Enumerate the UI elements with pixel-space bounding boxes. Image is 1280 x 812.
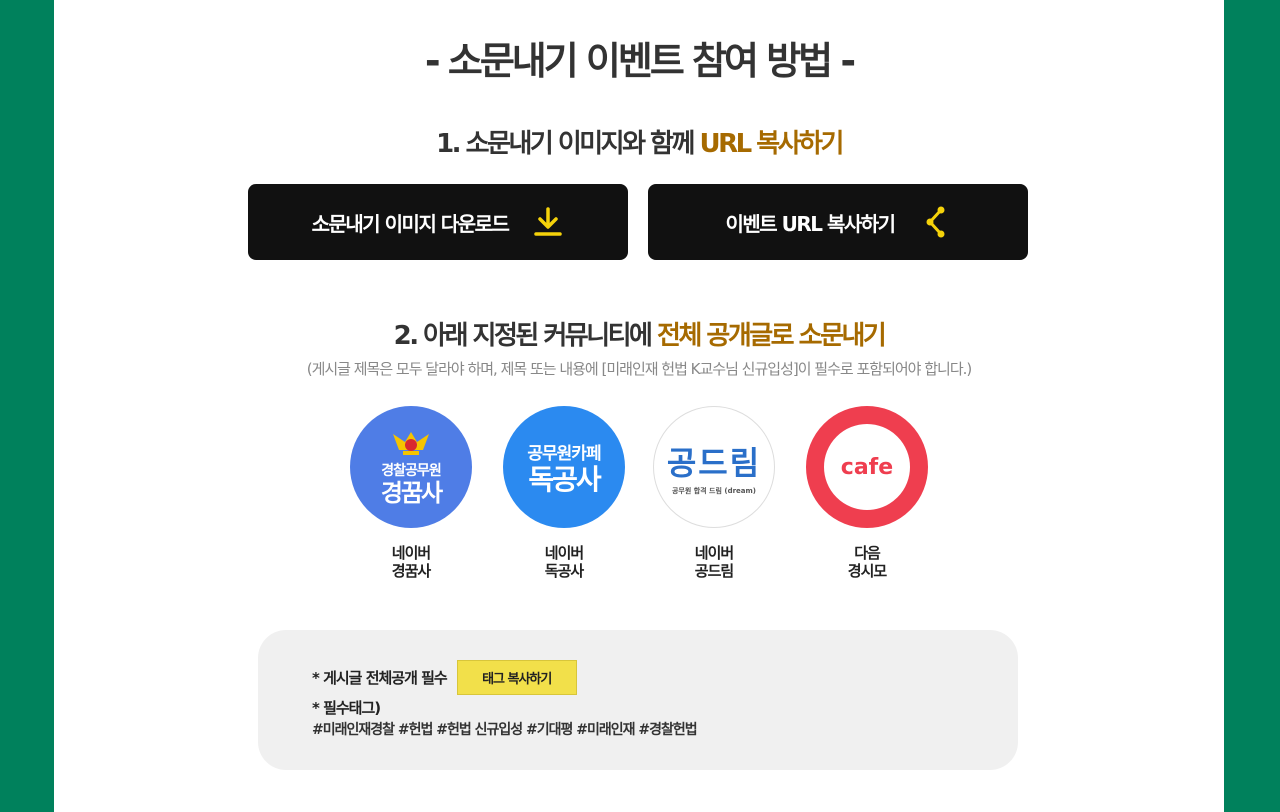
police-emblem-icon: [393, 432, 429, 455]
daum-cafe-logo[interactable]: cafe: [806, 406, 928, 528]
daum-cafe-logo-dot: [912, 457, 924, 469]
step2-note: (게시글 제목은 모두 달라야 하며, 제목 또는 내용에 [미래인재 헌법 K…: [306, 360, 973, 378]
community-label: 네이버 공드림: [649, 544, 779, 580]
required-tags-list: #미래인재경찰 #헌법 #헌법 신규입성 #기대평 #미래인재 #경찰헌법: [312, 722, 698, 738]
copy-tags-button[interactable]: 태그 복사하기: [456, 660, 577, 695]
community-platform: 네이버: [544, 544, 584, 562]
step2-title-text: 2. 아래 지정된 커뮤니티에: [393, 321, 658, 351]
required-tags-label: * 필수태그): [312, 699, 381, 717]
community-platform: 다음: [854, 544, 881, 562]
step2-title-accent: 전체 공개글로 소문내기: [657, 321, 887, 351]
community-name: 경꿈사: [391, 562, 431, 580]
dokgongsa-logo[interactable]: 공무원카페 독공사: [503, 406, 625, 528]
download-image-label: 소문내기 이미지 다운로드: [311, 211, 510, 236]
share-icon: [919, 206, 951, 238]
tag-required-row: * 게시글 전체공개 필수 태그 복사하기: [312, 660, 577, 695]
tag-info-box: * 게시글 전체공개 필수 태그 복사하기 * 필수태그) #미래인재경찰 #헌…: [258, 630, 1018, 770]
community-gongdream[interactable]: 공드림 공무원 합격 드림 (dream) 네이버 공드림: [649, 406, 779, 580]
community-platform: 네이버: [391, 544, 431, 562]
community-label: 네이버 독공사: [499, 544, 629, 580]
event-panel: - 소문내기 이벤트 참여 방법 - 1. 소문내기 이미지와 함께 URL 복…: [54, 0, 1224, 812]
community-name: 독공사: [544, 562, 584, 580]
community-dokgongsa[interactable]: 공무원카페 독공사 네이버 독공사: [499, 406, 629, 580]
copy-url-button[interactable]: 이벤트 URL 복사하기: [648, 184, 1028, 260]
copy-url-label: 이벤트 URL 복사하기: [725, 211, 896, 236]
gongdream-logo-line2: 공무원 합격 드림 (dream): [671, 487, 757, 495]
community-label: 네이버 경꿈사: [346, 544, 476, 580]
dokgongsa-logo-line1: 공무원카페: [527, 443, 601, 464]
community-label: 다음 경시모: [802, 544, 932, 580]
step1-title-text: 1. 소문내기 이미지와 함께: [436, 129, 700, 159]
download-image-button[interactable]: 소문내기 이미지 다운로드: [248, 184, 628, 260]
gyeongkkumsa-logo[interactable]: 경찰공무원 경꿈사: [350, 406, 472, 528]
download-icon: [532, 206, 564, 238]
daum-cafe-logo-text: cafe: [840, 454, 894, 480]
page-title: - 소문내기 이벤트 참여 방법 -: [424, 39, 856, 83]
community-gyeongkkumsa[interactable]: 경찰공무원 경꿈사 네이버 경꿈사: [346, 406, 476, 580]
dokgongsa-logo-line2: 독공사: [528, 462, 601, 496]
community-gyeongsimo[interactable]: cafe 다음 경시모: [802, 406, 932, 580]
gyeongkkumsa-logo-line2: 경꿈사: [380, 479, 443, 507]
gongdream-logo-line1: 공드림: [666, 444, 762, 482]
community-platform: 네이버: [694, 544, 734, 562]
community-name: 공드림: [694, 562, 734, 580]
step2-title: 2. 아래 지정된 커뮤니티에 전체 공개글로 소문내기: [54, 315, 1224, 352]
gyeongkkumsa-logo-line1: 경찰공무원: [381, 463, 441, 479]
gongdream-logo[interactable]: 공드림 공무원 합격 드림 (dream): [653, 406, 775, 528]
step1-title: 1. 소문내기 이미지와 함께 URL 복사하기: [54, 123, 1224, 160]
tag-required-label: * 게시글 전체공개 필수: [312, 669, 448, 687]
community-name: 경시모: [847, 562, 887, 580]
step1-title-accent: URL 복사하기: [699, 129, 844, 159]
